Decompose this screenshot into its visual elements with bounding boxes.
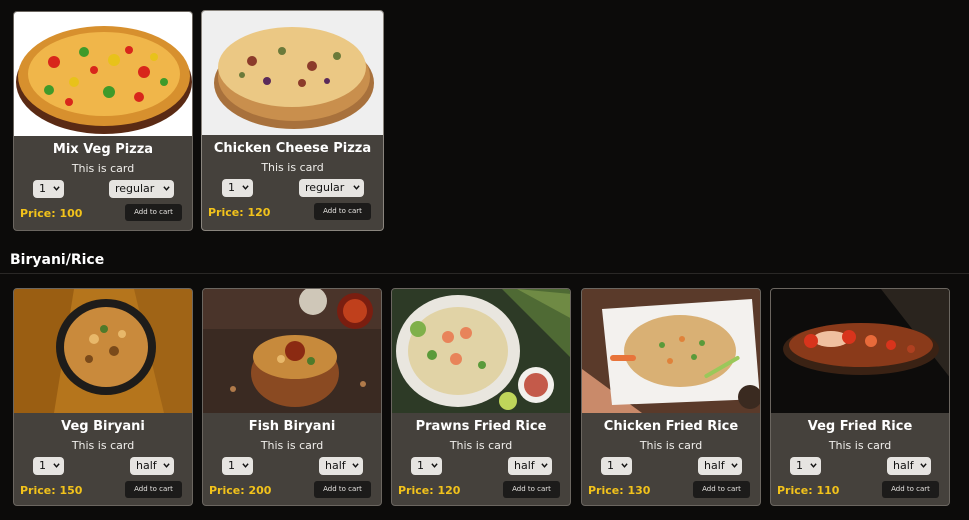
size-select[interactable]: regular (109, 180, 174, 198)
food-card: Prawns Fried Rice This is card 1 half Pr… (391, 288, 571, 506)
food-image-chicken-cheese-pizza (202, 11, 383, 135)
food-image-veg-fried-rice (771, 289, 949, 413)
size-select[interactable]: half (698, 457, 742, 475)
food-image-mix-veg-pizza (14, 12, 192, 136)
chevron-down-icon (621, 463, 628, 468)
chevron-down-icon (431, 463, 438, 468)
chevron-down-icon (920, 463, 927, 468)
add-to-cart-button[interactable]: Add to cart (882, 481, 939, 498)
food-title: Fish Biryani (248, 419, 336, 434)
chevron-down-icon (541, 463, 548, 468)
add-to-cart-button[interactable]: Add to cart (314, 203, 371, 220)
size-select[interactable]: regular (299, 179, 364, 197)
food-description: This is card (71, 439, 135, 452)
quantity-select[interactable]: 1 (33, 457, 64, 475)
food-card: Fish Biryani This is card 1 half Price: … (202, 288, 382, 506)
food-title: Veg Biryani (61, 419, 145, 434)
biryani-rice-row: Veg Biryani This is card 1 half Price: 1… (0, 288, 969, 507)
food-card: Mix Veg Pizza This is card 1 regular Pri… (13, 11, 193, 231)
size-select[interactable]: half (508, 457, 552, 475)
chevron-down-icon (242, 185, 249, 190)
food-card: Veg Biryani This is card 1 half Price: 1… (13, 288, 193, 506)
food-description: This is card (261, 161, 324, 174)
food-image-fish-biryani (203, 289, 381, 413)
food-title: Mix Veg Pizza (52, 142, 154, 157)
food-image-veg-biryani (14, 289, 192, 413)
chevron-down-icon (810, 463, 817, 468)
food-price: Price: 130 (588, 484, 651, 497)
quantity-select[interactable]: 1 (222, 457, 253, 475)
food-price: Price: 150 (20, 484, 83, 497)
chevron-down-icon (53, 186, 60, 191)
chevron-down-icon (242, 463, 249, 468)
food-title: Veg Fried Rice (807, 419, 913, 434)
food-title: Chicken Cheese Pizza (213, 141, 372, 156)
add-to-cart-button[interactable]: Add to cart (693, 481, 750, 498)
food-price: Price: 110 (777, 484, 840, 497)
chevron-down-icon (353, 185, 360, 190)
food-price: Price: 120 (398, 484, 461, 497)
chevron-down-icon (352, 463, 359, 468)
add-to-cart-button[interactable]: Add to cart (125, 204, 182, 221)
food-description: This is card (260, 439, 324, 452)
quantity-select[interactable]: 1 (33, 180, 64, 198)
chevron-down-icon (53, 463, 60, 468)
quantity-select[interactable]: 1 (601, 457, 632, 475)
food-title: Chicken Fried Rice (603, 419, 739, 434)
section-divider (0, 273, 969, 274)
food-price: Price: 100 (20, 207, 83, 220)
add-to-cart-button[interactable]: Add to cart (503, 481, 560, 498)
food-description: This is card (449, 439, 513, 452)
food-card: Chicken Fried Rice This is card 1 half P… (581, 288, 761, 506)
quantity-select[interactable]: 1 (411, 457, 442, 475)
food-image-chicken-fried-rice (582, 289, 760, 413)
food-description: This is card (639, 439, 703, 452)
chevron-down-icon (163, 463, 170, 468)
chevron-down-icon (163, 186, 170, 191)
quantity-select[interactable]: 1 (222, 179, 253, 197)
size-select[interactable]: half (319, 457, 363, 475)
food-title: Prawns Fried Rice (415, 419, 547, 434)
food-card: Chicken Cheese Pizza This is card 1 regu… (201, 10, 384, 231)
menu-page: Mix Veg Pizza This is card 1 regular Pri… (0, 0, 969, 520)
add-to-cart-button[interactable]: Add to cart (314, 481, 371, 498)
add-to-cart-button[interactable]: Add to cart (125, 481, 182, 498)
pizza-row: Mix Veg Pizza This is card 1 regular Pri… (0, 10, 969, 232)
food-card: Veg Fried Rice This is card 1 half Price… (770, 288, 950, 506)
chevron-down-icon (731, 463, 738, 468)
food-image-prawns-fried-rice (392, 289, 570, 413)
food-price: Price: 120 (208, 206, 271, 219)
section-title: Biryani/Rice (10, 252, 105, 268)
size-select[interactable]: half (887, 457, 931, 475)
food-description: This is card (828, 439, 892, 452)
food-description: This is card (71, 162, 135, 175)
food-price: Price: 200 (209, 484, 272, 497)
quantity-select[interactable]: 1 (790, 457, 821, 475)
size-select[interactable]: half (130, 457, 174, 475)
